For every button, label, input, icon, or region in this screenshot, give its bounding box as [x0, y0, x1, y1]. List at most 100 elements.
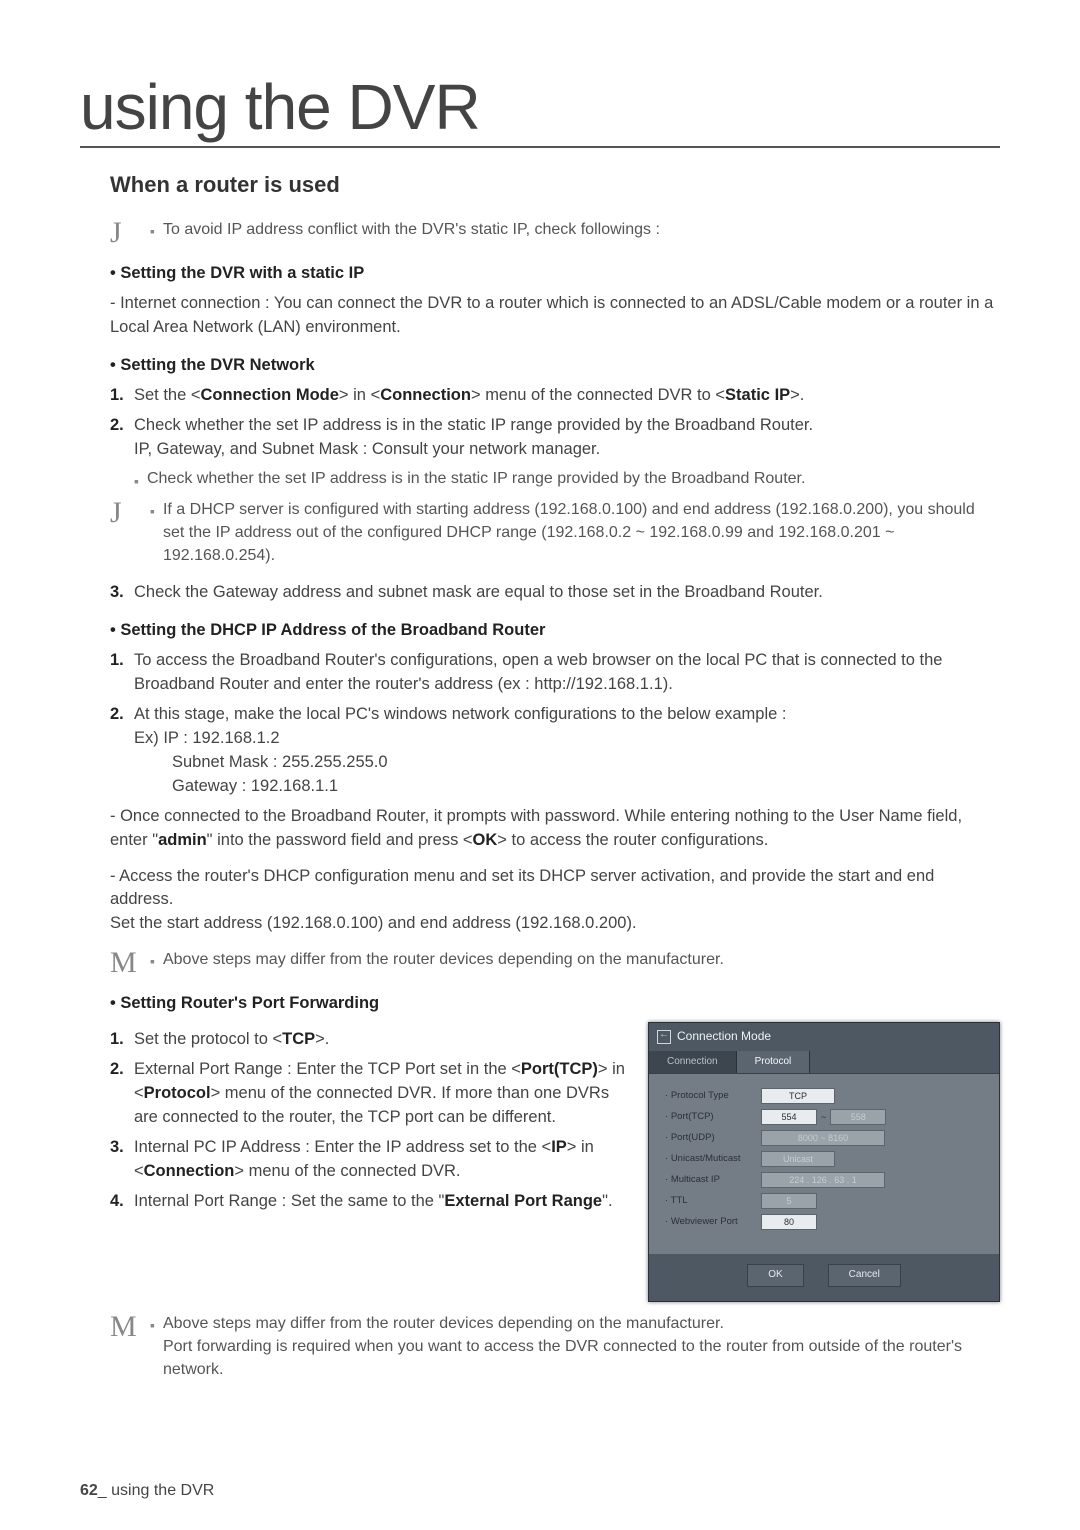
text: Internal Port Range : Set the same to th…	[134, 1192, 444, 1210]
label-protocol-type: Protocol Type	[665, 1089, 755, 1103]
text: >.	[315, 1030, 329, 1048]
select-unicast: Unicast	[761, 1151, 835, 1167]
bullet-icon: ▪	[134, 471, 139, 491]
text: Set the protocol to <	[134, 1030, 282, 1048]
subhead-static-ip: • Setting the DVR with a static IP	[110, 262, 1000, 286]
dialog-body: Protocol Type TCP Port(TCP) 554 ~ 558 Po…	[649, 1074, 999, 1254]
input-webviewer-port[interactable]: 80	[761, 1214, 817, 1230]
page-number: 62	[80, 1482, 98, 1499]
connection-mode-dialog: Connection Mode Connection Protocol Prot…	[648, 1022, 1000, 1301]
paragraph: - Once connected to the Broadband Router…	[110, 805, 1000, 853]
ordered-item-pf3: 3. Internal PC IP Address : Enter the IP…	[110, 1136, 628, 1184]
bullet-icon: ▪	[150, 221, 155, 241]
ordered-item-2: 2. Check whether the set IP address is i…	[110, 414, 1000, 462]
ordered-item-3: 3. Check the Gateway address and subnet …	[110, 581, 1000, 605]
ordered-body: Check whether the set IP address is in t…	[134, 414, 1000, 462]
subhead-port-forward: • Setting Router's Port Forwarding	[110, 992, 1000, 1016]
text: Internal PC IP Address : Enter the IP ad…	[134, 1138, 551, 1156]
page-footer: 62_ using the DVR	[80, 1482, 214, 1500]
dialog-title: Connection Mode	[677, 1028, 771, 1045]
subhead-dhcp: • Setting the DHCP IP Address of the Bro…	[110, 619, 1000, 643]
number-label: 1.	[110, 649, 134, 697]
j-note-text: If a DHCP server is configured with star…	[163, 498, 1000, 568]
m-note-text: Above steps may differ from the router d…	[163, 948, 724, 971]
dialog-tabs: Connection Protocol	[649, 1051, 999, 1075]
text: " into the password field and press <	[207, 831, 473, 849]
number-label: 2.	[110, 414, 134, 462]
footer-text: using the DVR	[107, 1482, 215, 1499]
text: Set the <	[134, 386, 201, 404]
text: ".	[602, 1192, 612, 1210]
paragraph: - Access the router's DHCP configuration…	[110, 865, 1000, 937]
underscore: _	[98, 1482, 107, 1499]
paragraph: - Internet connection : You can connect …	[110, 292, 1000, 340]
term-connection-mode: Connection Mode	[201, 386, 339, 404]
text: > to access the router configurations.	[497, 831, 768, 849]
m-icon: M	[110, 948, 150, 978]
number-label: 1.	[110, 1028, 134, 1052]
ordered-body: Check the Gateway address and subnet mas…	[134, 581, 1000, 605]
sub-bullet-text: Check whether the set IP address is in t…	[147, 467, 805, 491]
m-note-text: Above steps may differ from the router d…	[163, 1312, 1000, 1382]
text: Set the start address (192.168.0.100) an…	[110, 914, 637, 932]
text: >.	[790, 386, 804, 404]
tab-protocol[interactable]: Protocol	[737, 1051, 811, 1074]
number-label: 3.	[110, 1136, 134, 1184]
m-note-1: M ▪ Above steps may differ from the rout…	[110, 948, 1000, 978]
input-udp: 8000 ~ 8160	[761, 1130, 885, 1146]
text: Ex) IP : 192.168.1.2	[134, 729, 280, 747]
text: IP, Gateway, and Subnet Mask : Consult y…	[134, 440, 600, 458]
select-protocol-type[interactable]: TCP	[761, 1088, 835, 1104]
number-label: 1.	[110, 384, 134, 408]
term-admin: admin	[158, 831, 207, 849]
text: > menu of the connected DVR to <	[471, 386, 725, 404]
ordered-item-b1: 1. To access the Broadband Router's conf…	[110, 649, 1000, 697]
term-ok: OK	[473, 831, 498, 849]
ordered-body: To access the Broadband Router's configu…	[134, 649, 1000, 697]
ordered-item-1: 1. Set the <Connection Mode> in <Connect…	[110, 384, 1000, 408]
ordered-item-pf1: 1. Set the protocol to <TCP>.	[110, 1028, 628, 1052]
term-connection: Connection	[380, 386, 471, 404]
chapter-title: using the DVR	[80, 70, 1000, 148]
ordered-item-b2: 2. At this stage, make the local PC's wi…	[110, 703, 1000, 799]
cancel-button[interactable]: Cancel	[828, 1264, 901, 1287]
term-protocol: Protocol	[144, 1084, 211, 1102]
ordered-body: External Port Range : Enter the TCP Port…	[134, 1058, 628, 1130]
dialog-titlebar: Connection Mode	[649, 1023, 999, 1050]
content-body: J ▪ To avoid IP address conflict with th…	[110, 218, 1000, 1381]
ordered-body: At this stage, make the local PC's windo…	[134, 703, 1000, 799]
j-note-1: J ▪ To avoid IP address conflict with th…	[110, 218, 1000, 248]
two-column-row: 1. Set the protocol to <TCP>. 2. Externa…	[110, 1022, 1000, 1301]
text: Gateway : 192.168.1.1	[172, 777, 338, 795]
input-multicast-ip: 224 . 126 . 63 . 1	[761, 1172, 885, 1188]
tab-connection[interactable]: Connection	[649, 1051, 737, 1074]
text: External Port Range : Enter the TCP Port…	[134, 1060, 521, 1078]
number-label: 4.	[110, 1190, 134, 1214]
m-note-2: M ▪ Above steps may differ from the rout…	[110, 1312, 1000, 1382]
back-icon[interactable]	[657, 1030, 671, 1044]
term-connection: Connection	[144, 1162, 235, 1180]
number-label: 3.	[110, 581, 134, 605]
ordered-body: Set the protocol to <TCP>.	[134, 1028, 628, 1052]
j-note-2: J ▪ If a DHCP server is configured with …	[110, 498, 1000, 568]
left-column: 1. Set the protocol to <TCP>. 2. Externa…	[110, 1022, 628, 1219]
label-unicast: Unicast/Muticast	[665, 1152, 755, 1166]
section-title: When a router is used	[110, 172, 1000, 198]
dialog-footer: OK Cancel	[649, 1254, 999, 1301]
text: Port forwarding is required when you wan…	[163, 1338, 962, 1378]
text: Check whether the set IP address is in t…	[134, 416, 813, 434]
input-tcp-start[interactable]: 554	[761, 1109, 817, 1125]
tilde-icon: ~	[821, 1111, 826, 1124]
text: - Access the router's DHCP configuration…	[110, 867, 934, 909]
ok-button[interactable]: OK	[747, 1264, 803, 1287]
bullet-icon: ▪	[150, 951, 155, 971]
text: > menu of the connected DVR.	[234, 1162, 460, 1180]
text: Subnet Mask : 255.255.255.0	[172, 753, 388, 771]
bullet-icon: ▪	[150, 1315, 155, 1335]
ordered-item-pf2: 2. External Port Range : Enter the TCP P…	[110, 1058, 628, 1130]
term-static-ip: Static IP	[725, 386, 790, 404]
term-port-tcp: Port(TCP)	[521, 1060, 598, 1078]
label-port-udp: Port(UDP)	[665, 1131, 755, 1145]
j-icon: J	[110, 498, 150, 528]
text: > in <	[339, 386, 380, 404]
